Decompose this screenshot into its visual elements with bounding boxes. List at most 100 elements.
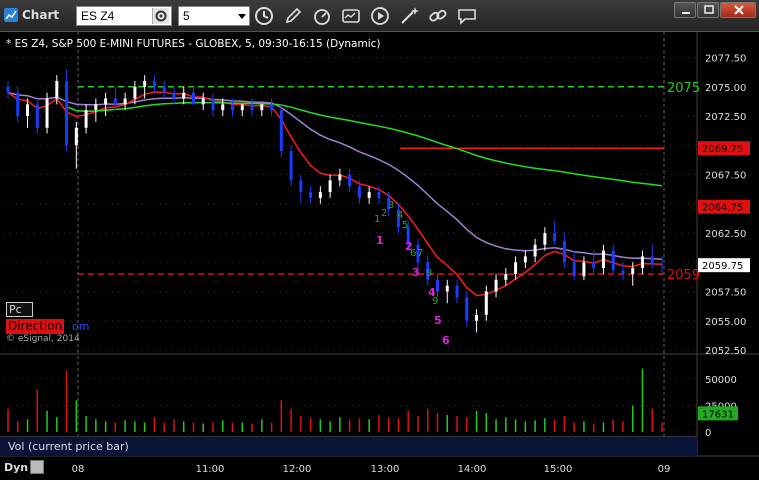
link-button[interactable] <box>427 5 449 27</box>
window-title: Chart <box>22 8 60 22</box>
chart-description: * ES Z4, S&P 500 E-MINI FUTURES - GLOBEX… <box>6 38 381 50</box>
candle-body <box>250 104 254 111</box>
chevron-down-icon[interactable] <box>238 14 246 19</box>
play-icon <box>371 7 389 25</box>
speedometer-icon <box>314 9 330 25</box>
price-tick-label: 2062.50 <box>705 229 746 240</box>
time-tick-label: 14:00 <box>458 464 487 475</box>
candle-body <box>318 192 322 198</box>
symbol-input[interactable] <box>77 7 145 25</box>
candle-body <box>113 98 117 105</box>
title-bar: Chart <box>0 0 759 32</box>
chat-icon <box>458 9 476 25</box>
candle-body <box>182 92 186 99</box>
price-tick-label: 2052.50 <box>705 346 746 357</box>
candle-body <box>172 92 176 99</box>
candle-body <box>162 86 166 93</box>
wand-button[interactable] <box>398 5 420 27</box>
legend-pc[interactable]: Pc <box>6 302 33 317</box>
interval-input[interactable] <box>179 7 235 25</box>
candle-body <box>562 241 566 263</box>
upper-level-label: 2075 <box>667 81 700 96</box>
candle-body <box>94 104 98 111</box>
candle-body <box>650 256 654 265</box>
dyn-label[interactable]: Dyn <box>4 461 28 474</box>
wand-icon <box>401 7 419 24</box>
candle-body <box>16 92 20 117</box>
draw-button[interactable] <box>282 5 304 27</box>
indicator-icon <box>342 9 360 23</box>
candle-body <box>201 98 205 105</box>
candle-body <box>543 233 547 245</box>
price-tick-label: 2057.50 <box>705 288 746 299</box>
candle-body <box>65 80 69 146</box>
clock-button[interactable] <box>253 5 275 27</box>
candle-body <box>494 279 498 292</box>
volume-tick-label: 0 <box>705 428 711 439</box>
candle-body <box>514 262 518 274</box>
chat-button[interactable] <box>456 5 478 27</box>
clock-icon <box>255 7 273 25</box>
candle-body <box>484 291 488 315</box>
candle-body <box>504 273 508 280</box>
candle-body <box>367 192 371 198</box>
symbol-field[interactable] <box>76 6 172 26</box>
candle-body <box>435 279 439 292</box>
candle-body <box>533 244 537 257</box>
green-average-line <box>66 101 663 187</box>
candle-body <box>338 174 342 181</box>
close-button[interactable] <box>720 2 756 18</box>
dyn-settings-icon[interactable] <box>30 460 44 474</box>
candle-body <box>357 186 361 198</box>
candle-body <box>45 98 49 128</box>
candle-body <box>328 180 332 193</box>
legend-direction[interactable]: Direction <box>6 319 65 334</box>
candle-body <box>572 262 576 277</box>
candle-body <box>445 285 449 292</box>
magenta-count-label: 1 <box>376 234 384 247</box>
candle-body <box>55 80 59 99</box>
minimize-button[interactable] <box>674 2 696 18</box>
candle-body <box>631 268 635 274</box>
maximize-button[interactable] <box>697 2 719 18</box>
interval-field[interactable] <box>178 6 250 26</box>
candle-body <box>152 80 156 87</box>
gear-icon <box>155 10 167 22</box>
candle-body <box>143 80 147 87</box>
price-chart[interactable]: 2077.502075.002072.502070.002067.502065.… <box>0 32 759 480</box>
candle-body <box>231 104 235 111</box>
current-price-label: 2059.75 <box>702 261 743 272</box>
chart-app-icon <box>4 8 18 22</box>
candle-body <box>611 250 615 271</box>
price-tick-label: 2067.50 <box>705 171 746 182</box>
candle-body <box>240 104 244 111</box>
green-count-label: 6 <box>410 248 416 259</box>
candle-body <box>279 110 283 152</box>
red-box-1-label: 2069.75 <box>702 144 743 155</box>
candle-body <box>74 127 78 146</box>
candle-body <box>601 250 605 269</box>
green-count-label: 1 <box>374 214 380 225</box>
symbol-search-button[interactable] <box>152 8 169 24</box>
indicator-button[interactable] <box>340 5 362 27</box>
green-count-label: 9 <box>432 296 438 307</box>
price-tick-label: 2077.50 <box>705 54 746 65</box>
time-tick-label: 13:00 <box>371 464 400 475</box>
candle-body <box>455 285 459 298</box>
chart-area[interactable]: 2077.502075.002072.502070.002067.502065.… <box>0 32 759 480</box>
candle-body <box>299 180 303 193</box>
copyright-text: © eSignal, 2014 <box>6 334 80 344</box>
candle-body <box>640 256 644 269</box>
candle-body <box>133 86 137 99</box>
candle-body <box>475 314 479 321</box>
volume-title: Vol (current price bar) <box>8 440 129 453</box>
speed-button[interactable] <box>311 5 333 27</box>
play-button[interactable] <box>369 5 391 27</box>
price-tick-label: 2055.00 <box>705 317 746 328</box>
candle-body <box>123 98 127 105</box>
time-tick-label: 11:00 <box>196 464 225 475</box>
candle-body <box>553 233 557 242</box>
pencil-icon <box>285 7 302 24</box>
volume-current-label: 17631 <box>702 409 734 420</box>
candle-body <box>348 174 352 187</box>
